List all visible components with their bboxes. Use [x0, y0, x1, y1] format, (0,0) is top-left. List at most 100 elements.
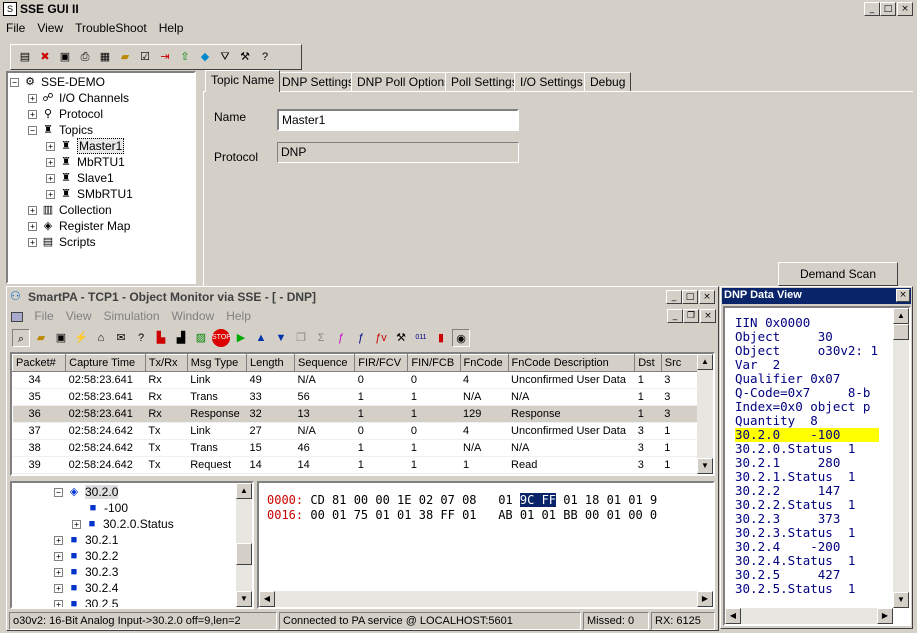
packet-scroll-down[interactable]: ▼	[697, 458, 713, 474]
col-fncode[interactable]: FnCode	[459, 354, 509, 372]
view-icon[interactable]: ◉	[452, 329, 470, 347]
function-v-icon[interactable]: ƒv	[372, 329, 390, 347]
col-packet[interactable]: Packet#	[12, 354, 67, 372]
tree-item-slave1[interactable]: + ♜ Slave1	[46, 170, 114, 186]
mail-icon[interactable]: ✉	[112, 329, 130, 347]
packet-scrollbar[interactable]	[697, 354, 713, 474]
col-length[interactable]: Length	[245, 354, 296, 372]
chart-icon[interactable]: ▮	[432, 329, 450, 347]
demand-scan-button[interactable]: Demand Scan	[778, 262, 898, 286]
copy-icon[interactable]: ❐	[292, 329, 310, 347]
table-row[interactable]: 35 02:58:23.641 Rx Trans 33 56 1 1 N/A N/A 1 3	[12, 388, 713, 406]
folder-icon[interactable]: ▰	[116, 48, 134, 66]
tree-item-master1[interactable]: + ♜ Master1	[46, 138, 125, 154]
table-row[interactable]: 39 02:58:24.642 Tx Request 14 14 1 1 1 Read 3 1	[12, 456, 713, 474]
diamond-icon[interactable]: ◆	[196, 48, 214, 66]
check-icon[interactable]: ☑	[136, 48, 154, 66]
function-icon[interactable]: ƒ	[332, 329, 350, 347]
channel-icon[interactable]: ▤	[16, 48, 34, 66]
smartpa-menu-simulation[interactable]: Simulation	[103, 309, 159, 323]
obj-item-30-2-3[interactable]: + ■ 30.2.3	[54, 564, 118, 580]
sigma-icon[interactable]: Σ	[312, 329, 330, 347]
hex-scroll-right[interactable]: ▶	[697, 591, 713, 607]
binary-icon[interactable]: 011	[412, 329, 430, 347]
tab-topic-name[interactable]: Topic Name	[205, 70, 281, 92]
col-capture-time[interactable]: Capture Time	[65, 354, 146, 372]
tab-dnp-poll-options[interactable]: DNP Poll Options	[351, 72, 457, 92]
col-fncode-desc[interactable]: FnCode Description	[507, 354, 636, 372]
table-row[interactable]: 38 02:58:24.642 Tx Trans 15 46 1 1 N/A N/A 3 1	[12, 439, 713, 457]
import-icon[interactable]: ⇥	[156, 48, 174, 66]
menu-troubleshoot[interactable]: TroubleShoot	[75, 21, 147, 35]
menu-file[interactable]: File	[6, 21, 25, 35]
up-icon[interactable]: ⇧	[176, 48, 194, 66]
filter-icon[interactable]: ⛛	[216, 48, 234, 66]
minimize-button[interactable]: _	[864, 2, 880, 16]
col-msg-type[interactable]: Msg Type	[186, 354, 247, 372]
stop-icon[interactable]: STOP	[212, 329, 231, 347]
menu-help[interactable]: Help	[159, 21, 184, 35]
table-row[interactable]: 37 02:58:24.642 Tx Link 27 N/A 0 0 4 Unconfirmed …	[12, 422, 713, 440]
obj-item-30-2-1[interactable]: + ■ 30.2.1	[54, 532, 118, 548]
col-txrx[interactable]: Tx/Rx	[144, 354, 188, 372]
tab-io-settings[interactable]: I/O Settings	[514, 72, 589, 92]
obj-item-30-2-4[interactable]: + ■ 30.2.4	[54, 580, 118, 596]
dnp-scroll-left[interactable]: ◀	[725, 608, 741, 624]
name-field[interactable]: Master1	[277, 109, 519, 131]
device-icon[interactable]: ▦	[96, 48, 114, 66]
tool-icon[interactable]: ⚒	[392, 329, 410, 347]
dnp-scroll-right[interactable]: ▶	[877, 608, 893, 624]
col-dst[interactable]: Dst	[634, 354, 662, 372]
smartpa-close-button[interactable]: ×	[699, 290, 715, 304]
tab-poll-settings[interactable]: Poll Settings	[445, 72, 524, 92]
obj-item-value[interactable]: ■ -100	[86, 500, 128, 516]
device-red-icon[interactable]: ▙	[152, 329, 170, 347]
open-icon[interactable]: ▰	[32, 329, 50, 347]
tab-debug[interactable]: Debug	[584, 72, 632, 92]
table-row[interactable]: 34 02:58:23.641 Rx Link 49 N/A 0 0 4 Unconfirmed …	[12, 371, 713, 389]
monitor-icon[interactable]: ▨	[192, 329, 210, 347]
dnp-scrollbar[interactable]	[893, 308, 909, 608]
function2-icon[interactable]: ƒ	[352, 329, 370, 347]
dnp-close-button[interactable]: ×	[896, 289, 910, 302]
zoom-icon[interactable]: ⌕	[12, 329, 30, 347]
packet-scroll-up[interactable]: ▲	[697, 354, 713, 370]
save-icon[interactable]: ▣	[56, 48, 74, 66]
object-tree-scroll-up[interactable]: ▲	[236, 483, 252, 499]
delete-icon[interactable]: ✖	[36, 48, 54, 66]
tool-icon[interactable]: ⚒	[236, 48, 254, 66]
tree-item-scripts[interactable]: + ▤ Scripts	[28, 234, 96, 250]
tab-dnp-settings[interactable]: DNP Settings	[276, 72, 360, 92]
smartpa-menu-window[interactable]: Window	[172, 309, 215, 323]
device-gray-icon[interactable]: ▟	[172, 329, 190, 347]
col-fin-fcb[interactable]: FIN/FCB	[407, 354, 461, 372]
col-fir-fcv[interactable]: FIR/FCV	[354, 354, 409, 372]
obj-item-30-2-0[interactable]: − ◈ 30.2.0	[54, 484, 119, 500]
maximize-button[interactable]: □	[880, 2, 896, 16]
smartpa-minimize-button[interactable]: _	[666, 290, 682, 304]
tree-item-topics[interactable]: − ♜ Topics	[28, 122, 93, 138]
arrow-up-icon[interactable]: ▲	[252, 329, 270, 347]
dnp-scroll-down[interactable]: ▼	[893, 592, 909, 608]
tree-item-register-map[interactable]: + ◈ Register Map	[28, 218, 130, 234]
object-tree-scroll-down[interactable]: ▼	[236, 591, 252, 607]
menu-view[interactable]: View	[37, 21, 63, 35]
tree-root[interactable]: − ⚙ SSE-DEMO	[10, 74, 105, 90]
smartpa-menu-help[interactable]: Help	[226, 309, 251, 323]
table-row[interactable]: 36 02:58:23.641 Rx Response 32 13 1 1 129 Respons…	[12, 405, 713, 423]
dnp-hscrollbar[interactable]	[725, 608, 893, 624]
save-icon[interactable]: ▣	[52, 329, 70, 347]
child-restore-button[interactable]: ❐	[683, 309, 699, 323]
print-icon[interactable]: ⎙	[76, 48, 94, 66]
tree-item-collection[interactable]: + ▥ Collection	[28, 202, 112, 218]
dnp-scroll-thumb[interactable]	[893, 324, 909, 340]
smartpa-menu-view[interactable]: View	[66, 309, 92, 323]
tree-item-io-channels[interactable]: + ☍ I/O Channels	[28, 90, 129, 106]
tree-item-smbrtu1[interactable]: + ♜ SMbRTU1	[46, 186, 133, 202]
obj-item-status[interactable]: + ■ 30.2.0.Status	[72, 516, 174, 532]
lightning-icon[interactable]: ⚡	[72, 329, 90, 347]
child-minimize-button[interactable]: _	[667, 309, 683, 323]
play-icon[interactable]: ▶	[232, 329, 250, 347]
close-button[interactable]: ×	[897, 2, 913, 16]
home-icon[interactable]: ⌂	[92, 329, 110, 347]
